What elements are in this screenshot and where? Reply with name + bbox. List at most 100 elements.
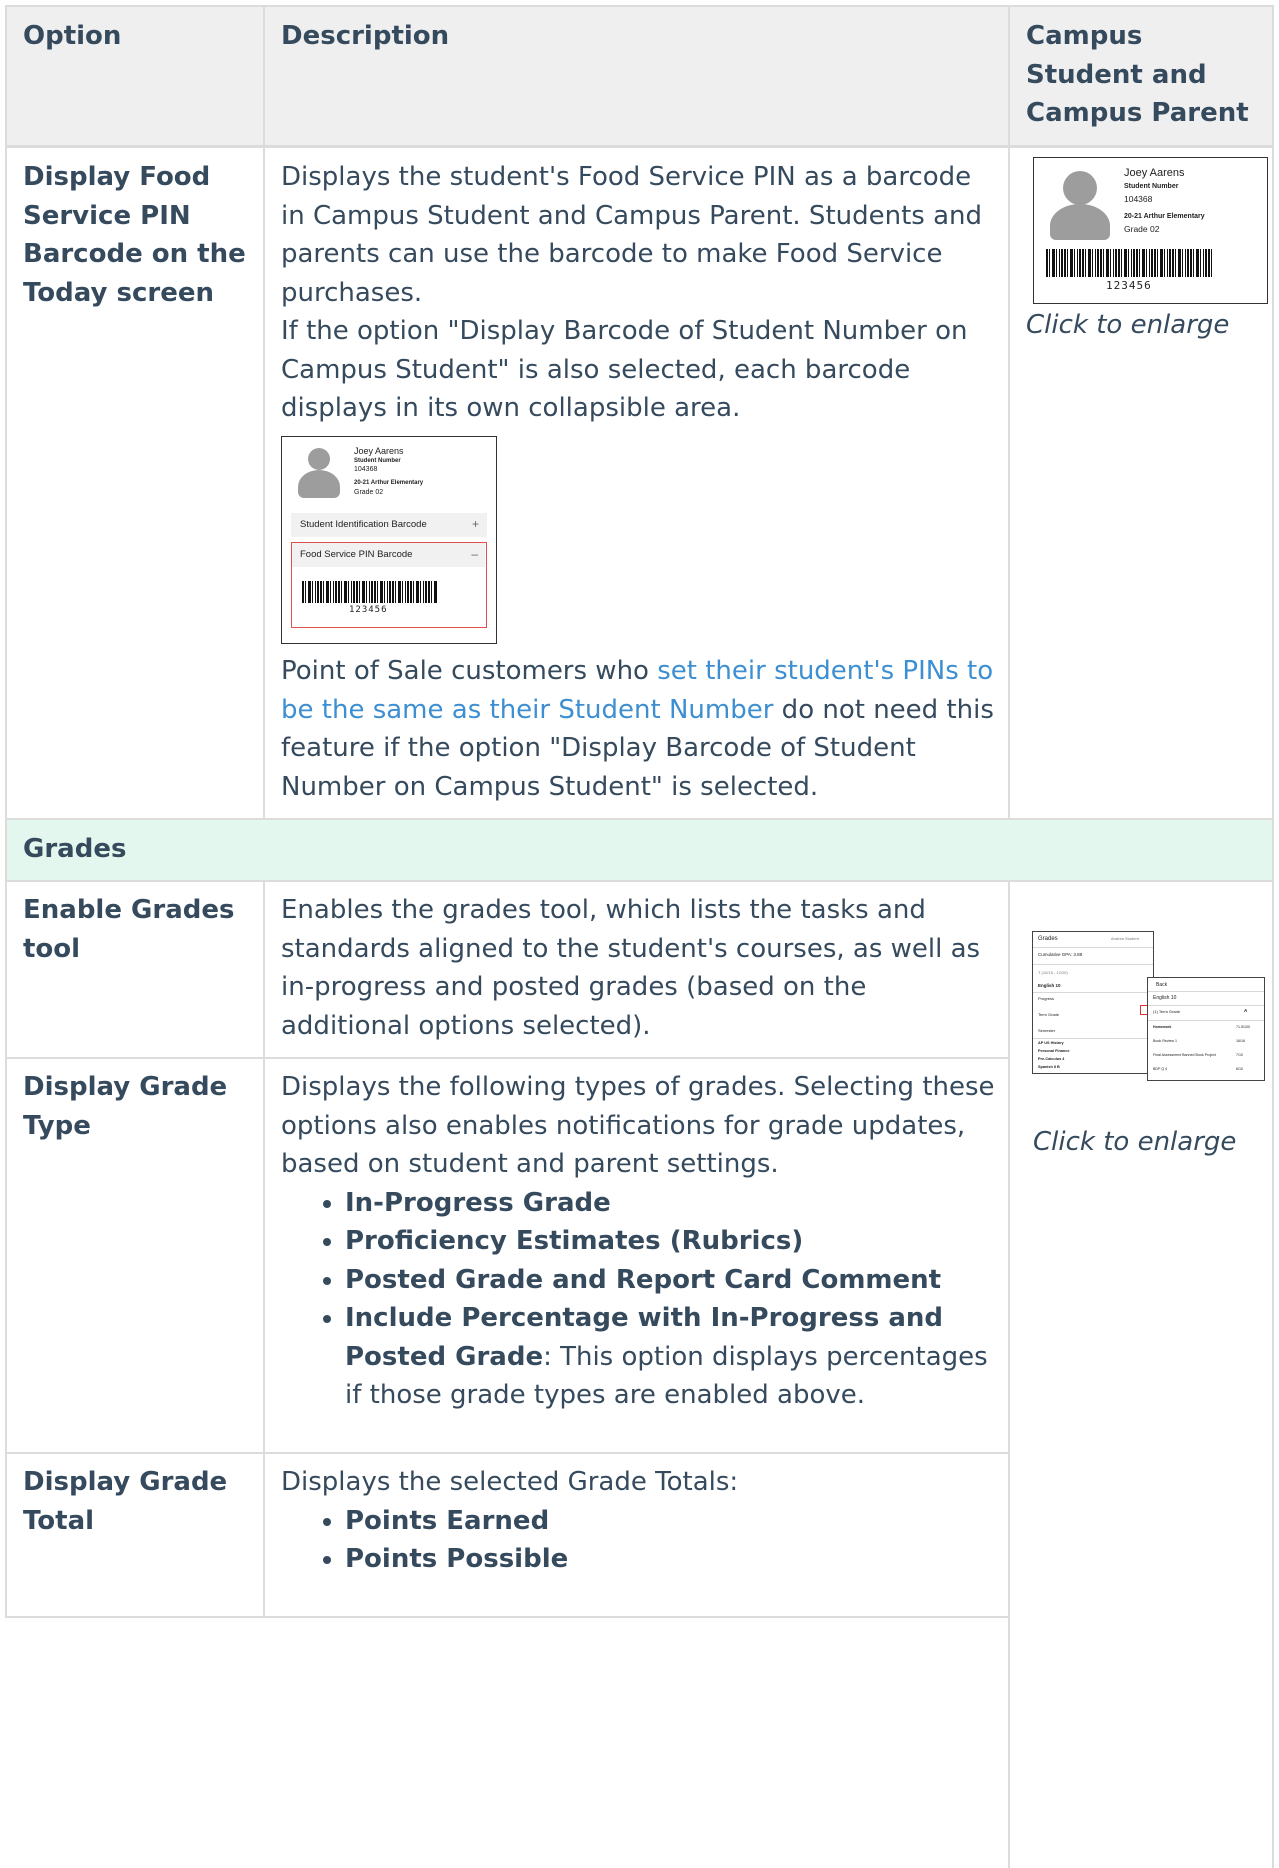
assignment-score: 7/10 — [1236, 1053, 1243, 1057]
option-line: Display Food — [23, 162, 211, 192]
avatar-icon — [1063, 171, 1097, 205]
header-campus-line1: Campus — [1026, 21, 1143, 51]
student-selector: Andrea Student — [1111, 936, 1139, 941]
expand-icon: + — [471, 517, 479, 531]
divider — [1148, 991, 1264, 992]
grade-total-intro: Displays the selected Grade Totals: — [281, 1467, 739, 1497]
list-item-bold: Points Earned — [345, 1505, 550, 1536]
divider — [1033, 947, 1153, 948]
option-grade-type: Display Grade Type — [23, 1068, 258, 1145]
list-item: Include Percentage with In-Progress and … — [345, 1299, 1001, 1415]
option-line: Total — [23, 1505, 95, 1536]
option-line: Display Grade — [23, 1467, 228, 1497]
list-item-bold: Points Possible — [345, 1544, 569, 1574]
term-label: T (10/15 - 12/20) — [1038, 970, 1068, 975]
header-option: Option — [23, 21, 122, 51]
list-item: Posted Grade and Report Card Comment — [345, 1261, 1001, 1300]
grade-type-list: In-Progress Grade Proficiency Estimates … — [281, 1184, 1001, 1415]
grade-row: Term Grade — [1038, 1012, 1060, 1017]
header-divider — [5, 145, 1273, 148]
desc-text: Point of Sale customers who — [281, 656, 658, 686]
school-name: 20-21 Arthur Elementary — [1124, 213, 1205, 220]
student-number: 104368 — [354, 466, 378, 473]
avatar-icon — [308, 448, 330, 470]
list-item: Points Earned — [345, 1502, 1001, 1541]
food-service-caption[interactable]: Click to enlarge — [1026, 306, 1229, 345]
row-divider-grades — [5, 880, 1273, 882]
grades-thumbnail[interactable]: Grades Andrea Student Cumulative GPA: 3.… — [1032, 931, 1267, 1083]
student-name: Joey Aarens — [354, 446, 404, 456]
divider — [1148, 1020, 1264, 1021]
grades-section-band — [5, 819, 1273, 881]
grade-total-list: Points Earned Points Possible — [281, 1502, 1001, 1579]
barcode-image — [302, 581, 438, 603]
table-border-right — [1272, 5, 1274, 1868]
option-enable-grades: Enable Grades tool — [23, 891, 258, 968]
list-item: Points Possible — [345, 1540, 1001, 1579]
barcode-number: 123456 — [1106, 279, 1152, 292]
course-row: Spanish II B — [1038, 1065, 1060, 1069]
food-pin-barcode-panel[interactable]: Food Service PIN Barcode – 123456 — [291, 542, 487, 628]
course-row: AP US History — [1038, 1041, 1064, 1045]
option-line: Type — [23, 1110, 91, 1141]
option-line: Barcode on the — [23, 239, 246, 269]
grade-row: Progress — [1038, 996, 1055, 1001]
detail-course: English 10 — [1153, 995, 1177, 1001]
divider — [1033, 1038, 1153, 1039]
panel-label: Student Identification Barcode — [300, 519, 427, 530]
row-divider-total — [5, 1616, 1009, 1618]
inline-barcode-screenshot[interactable]: Joey Aarens Student Number 104368 20-21 … — [281, 436, 497, 644]
grades-title: Grades — [1038, 936, 1058, 942]
option-line: Service PIN — [23, 200, 191, 231]
list-item: In-Progress Grade — [345, 1184, 1001, 1223]
assignment: Book Review 1 — [1153, 1039, 1177, 1043]
avatar-body-icon — [1050, 204, 1110, 240]
cumulative-gpa: Cumulative GPA: 3.88 — [1038, 952, 1083, 957]
assignment: Homework — [1153, 1025, 1172, 1029]
list-item: Proficiency Estimates (Rubrics) — [345, 1222, 1001, 1261]
grade-level: Grade 02 — [1124, 224, 1160, 234]
avatar-body-icon — [298, 470, 340, 498]
list-item-bold: Posted Grade and Report Card Comment — [345, 1264, 942, 1295]
grade-level: Grade 02 — [354, 489, 384, 496]
grade-row: Semester — [1038, 1028, 1056, 1033]
col-divider-2 — [1008, 5, 1010, 819]
header-campus: Campus Student and Campus Parent — [1026, 17, 1266, 133]
barcode-number: 123456 — [349, 605, 388, 615]
header-description: Description — [281, 21, 450, 51]
section-title-grades: Grades — [23, 834, 127, 864]
divider — [1033, 992, 1153, 993]
food-service-thumbnail[interactable]: Joey Aarens Student Number 104368 20-21 … — [1033, 157, 1268, 304]
divider — [1033, 964, 1153, 965]
grade-type-intro: Displays the following types of grades. … — [281, 1072, 995, 1179]
back-link: Back — [1156, 982, 1168, 988]
option-line: Display Grade — [23, 1072, 228, 1102]
assignment: Final Assessment Banned Book Project — [1153, 1053, 1216, 1057]
assignment-score: 71.5/100 — [1236, 1025, 1250, 1029]
grade-type-desc: Displays the following types of grades. … — [281, 1068, 1001, 1415]
divider — [1148, 1005, 1264, 1006]
school-name: 20-21 Arthur Elementary — [354, 480, 424, 486]
food-service-desc-p3: Point of Sale customers who set their st… — [281, 652, 1001, 806]
student-number-label: Student Number — [1124, 183, 1179, 190]
grade-total-desc: Displays the selected Grade Totals: Poin… — [281, 1463, 1001, 1579]
row-divider-enable — [5, 1057, 1009, 1059]
food-service-desc-p1: Displays the student's Food Service PIN … — [281, 162, 983, 308]
course-row: Pre-Calculus 4 — [1038, 1057, 1065, 1061]
enable-grades-desc: Enables the grades tool, which lists the… — [281, 895, 981, 1041]
grades-caption[interactable]: Click to enlarge — [1033, 1123, 1236, 1162]
col-divider-2-lower — [1008, 881, 1010, 1868]
student-id-barcode-panel[interactable]: Student Identification Barcode + — [291, 513, 487, 537]
row-divider-type — [5, 1452, 1009, 1454]
collapse-icon: – — [471, 547, 478, 561]
food-pin-panel-header: Food Service PIN Barcode – — [292, 543, 485, 567]
grade-detail-screen: Back English 10 (1) Term Grade A Homewor… — [1147, 977, 1265, 1081]
student-number: 104368 — [1124, 194, 1153, 204]
header-campus-line3: Campus Parent — [1026, 98, 1249, 128]
student-name: Joey Aarens — [1124, 167, 1185, 179]
option-line: Today screen — [23, 277, 214, 308]
list-item-bold: In-Progress Grade — [345, 1187, 611, 1218]
option-line: Enable Grades — [23, 895, 235, 925]
option-grade-total: Display Grade Total — [23, 1463, 258, 1540]
table-border-top — [5, 5, 1273, 7]
